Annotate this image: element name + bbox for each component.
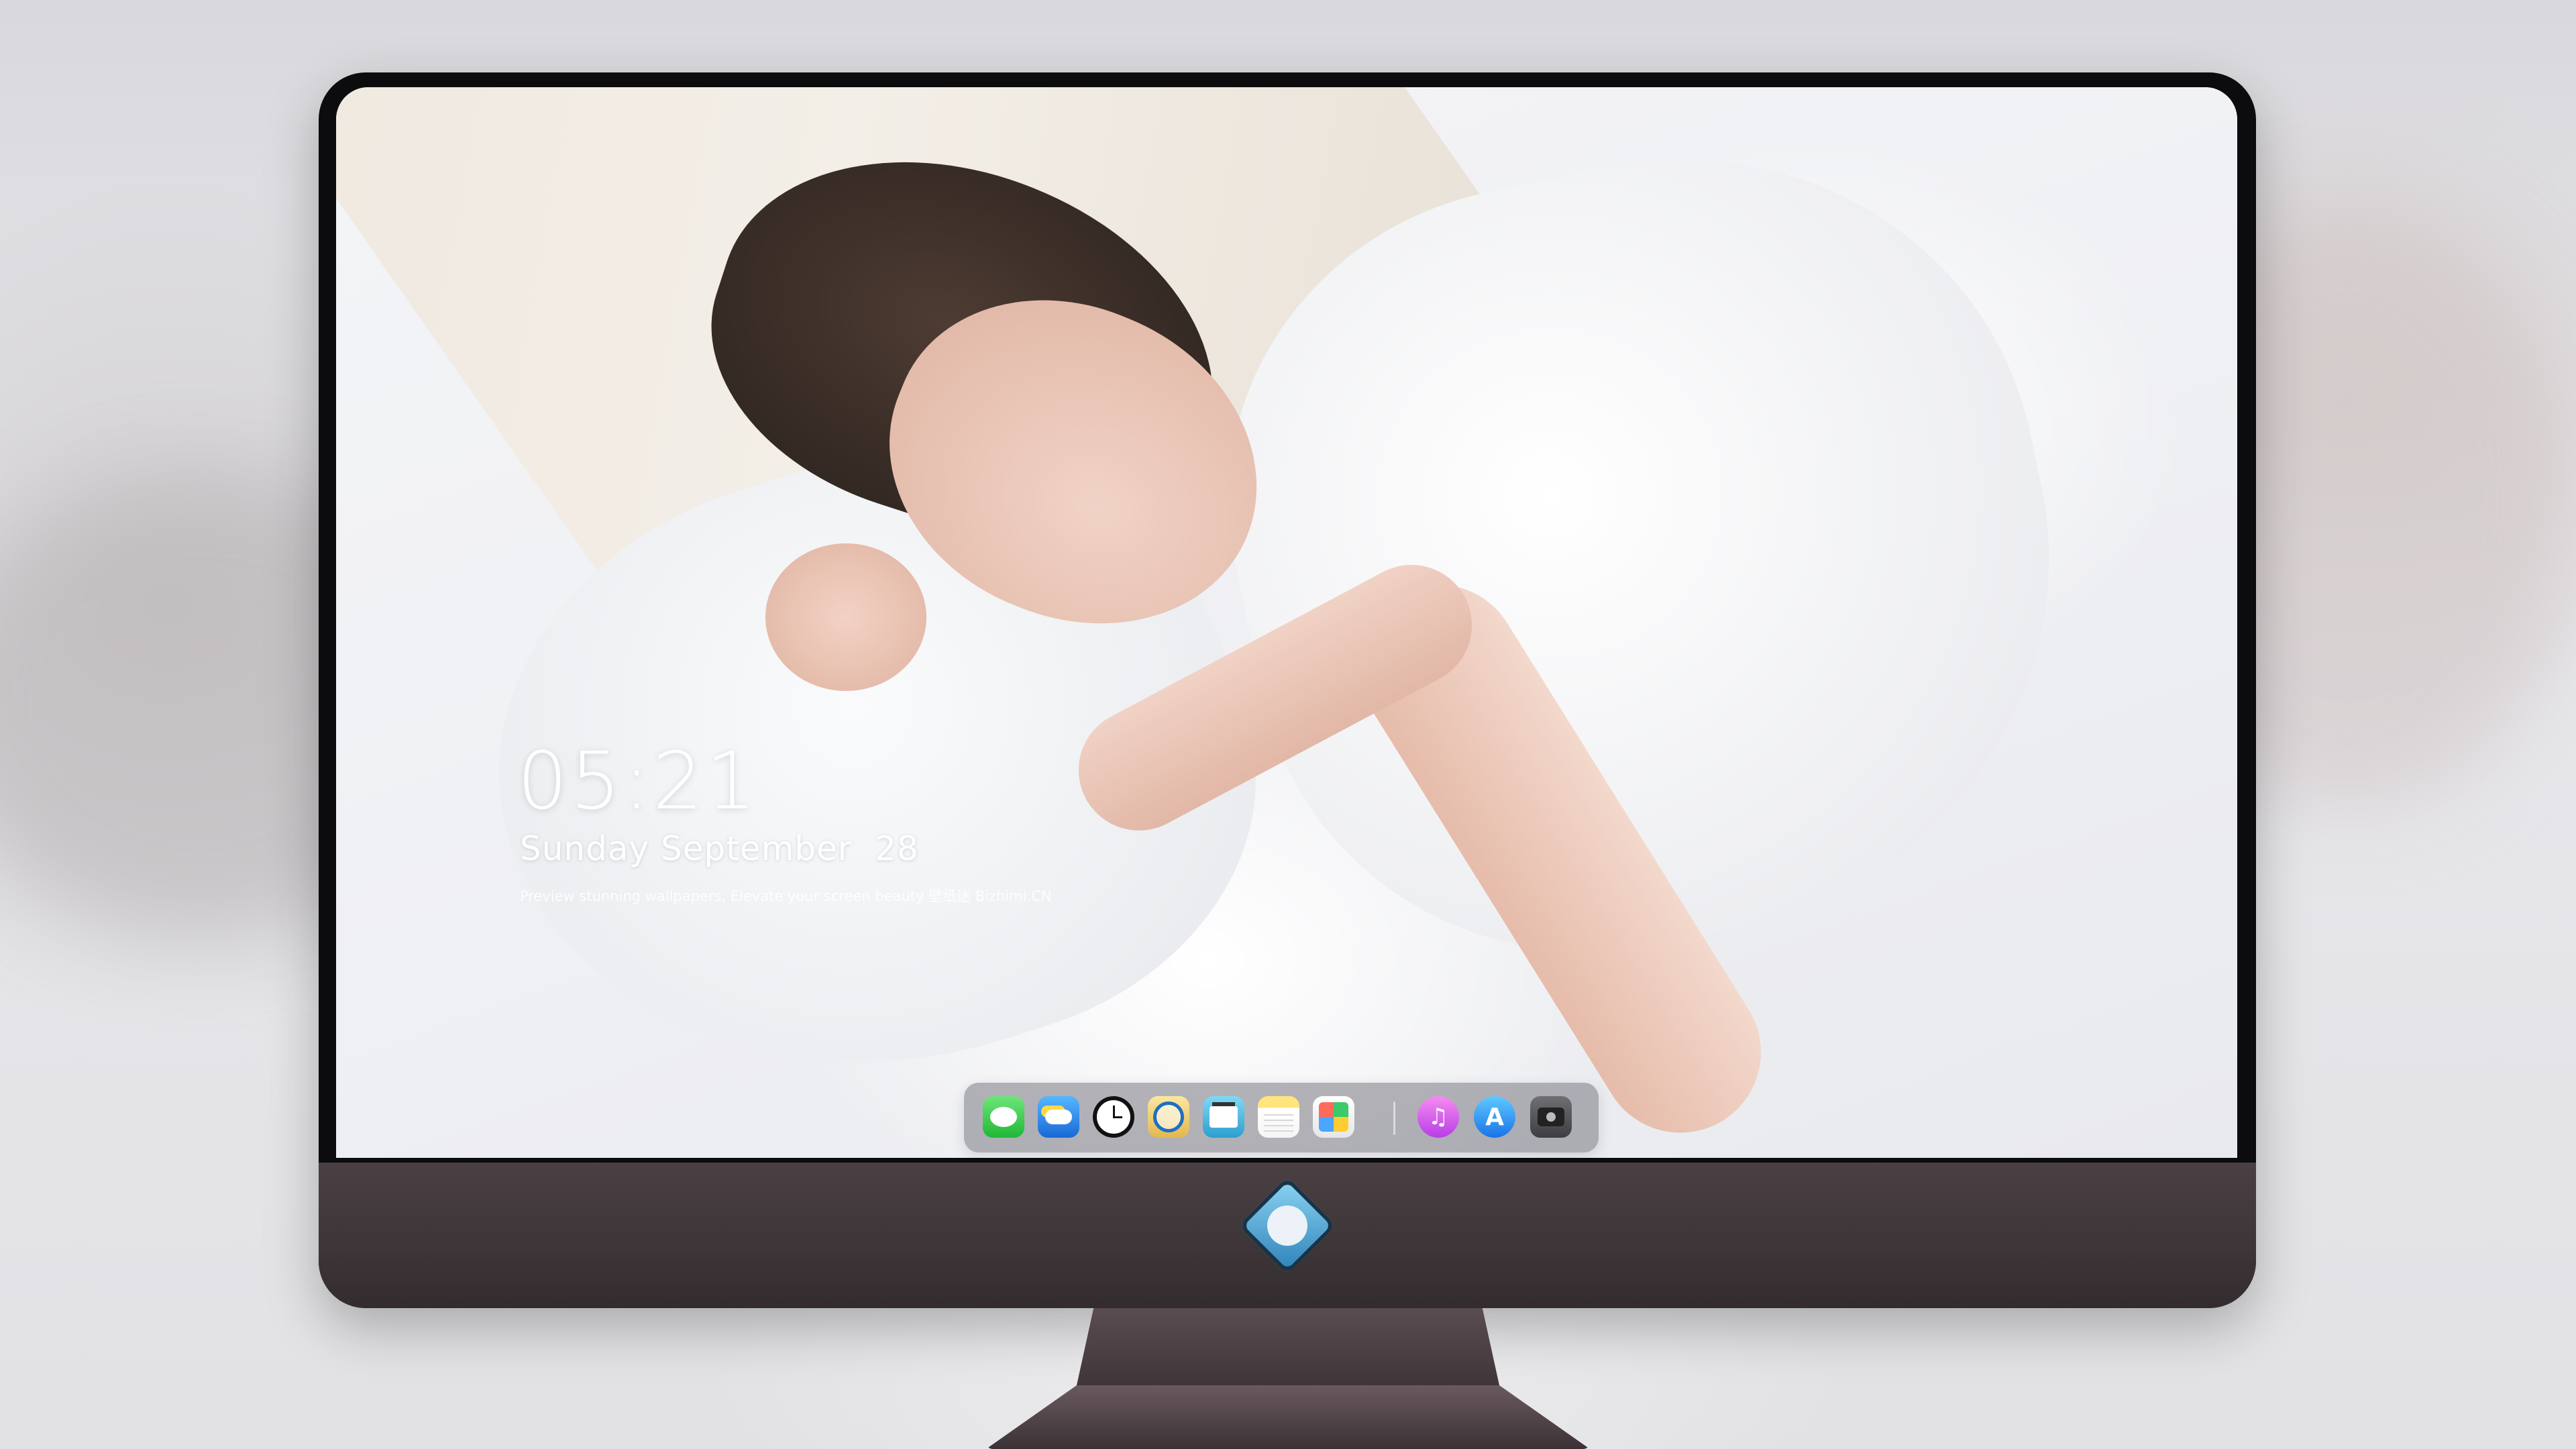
clock-icon[interactable]	[1093, 1096, 1134, 1138]
preview-icon[interactable]	[1148, 1096, 1189, 1138]
notes-icon[interactable]	[1258, 1096, 1299, 1138]
desktop-screen: 05:21 Sunday September 28 Preview stunni…	[336, 87, 2237, 1158]
photos-icon[interactable]	[1313, 1096, 1354, 1138]
dock-separator	[1393, 1102, 1395, 1135]
monitor: 05:21 Sunday September 28 Preview stunni…	[319, 72, 2256, 1308]
background-scene: 05:21 Sunday September 28 Preview stunni…	[0, 0, 2576, 1449]
lockscreen-tagline: Preview stunning wallpapers, Elevate you…	[520, 888, 1052, 904]
dock: ♫ A	[964, 1083, 1599, 1152]
weather-icon[interactable]	[1038, 1096, 1079, 1138]
monitor-chin	[319, 1163, 2256, 1308]
monitor-stand-base	[986, 1385, 1590, 1449]
app-store-icon[interactable]: A	[1474, 1096, 1515, 1138]
lockscreen-date: Sunday September 28	[520, 829, 919, 868]
music-note-icon[interactable]: ♫	[1417, 1096, 1459, 1138]
camera-icon[interactable]	[1530, 1096, 1572, 1138]
lockscreen-clock: 05:21	[517, 735, 759, 827]
wallpaper-hand	[765, 543, 926, 691]
monitor-stand-neck	[1077, 1308, 1499, 1385]
clapperboard-icon[interactable]	[1203, 1096, 1244, 1138]
brand-logo-icon	[1238, 1176, 1337, 1275]
messages-icon[interactable]	[983, 1096, 1024, 1138]
